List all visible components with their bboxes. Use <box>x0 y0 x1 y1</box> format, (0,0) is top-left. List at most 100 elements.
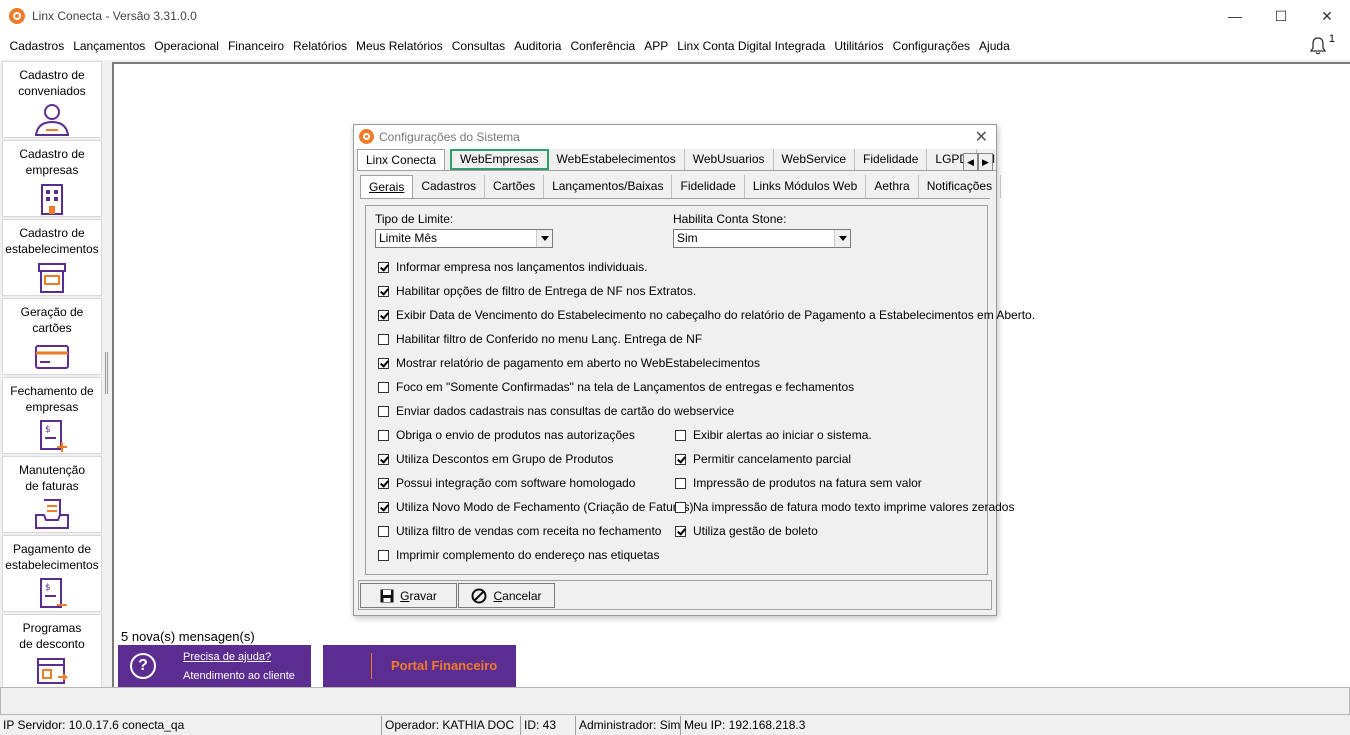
menu-consultas[interactable]: Consultas <box>447 39 509 53</box>
checkbox-unchecked-icon[interactable] <box>675 477 686 489</box>
messages-count[interactable]: 5 nova(s) mensagen(s) <box>121 629 255 644</box>
subtab-aethra[interactable]: Aethra <box>866 175 919 198</box>
subtab-fidelidade[interactable]: Fidelidade <box>672 175 745 198</box>
checkbox-option[interactable]: Exibir Data de Vencimento do Estabelecim… <box>378 308 1035 322</box>
checkbox-label: Obriga o envio de produtos nas autorizaç… <box>396 428 635 442</box>
tab-webestabelecimentos[interactable]: WebEstabelecimentos <box>549 149 685 170</box>
checkbox-checked-icon[interactable] <box>675 453 686 465</box>
chevron-down-icon[interactable] <box>536 230 552 247</box>
menu-linx-conta-digital[interactable]: Linx Conta Digital Integrada <box>673 39 830 53</box>
checkbox-unchecked-icon[interactable] <box>378 549 389 561</box>
dialog-close-icon[interactable]: ✕ <box>975 127 988 147</box>
maximize-button[interactable]: ☐ <box>1258 0 1304 32</box>
checkbox-option[interactable]: Exibir alertas ao iniciar o sistema. <box>675 428 872 442</box>
sidebar-item-pagamento-estabelecimentos[interactable]: Pagamento de estabelecimentos $ <box>2 535 102 612</box>
sidebar-item-manutencao-faturas[interactable]: Manutenção de faturas <box>2 456 102 533</box>
close-button[interactable]: ✕ <box>1304 0 1350 32</box>
svg-text:$: $ <box>45 425 51 435</box>
checkbox-option[interactable]: Mostrar relatório de pagamento em aberto… <box>378 356 760 370</box>
subtab-cartoes[interactable]: Cartões <box>485 175 545 198</box>
checkbox-unchecked-icon[interactable] <box>378 333 389 345</box>
checkbox-option[interactable]: Obriga o envio de produtos nas autorizaç… <box>378 428 635 442</box>
checkbox-option[interactable]: Utiliza Novo Modo de Fechamento (Criação… <box>378 500 693 514</box>
sidebar-splitter[interactable] <box>105 352 108 394</box>
checkbox-option[interactable]: Possui integração com software homologad… <box>378 476 635 490</box>
checkbox-option[interactable]: Imprimir complemento do endereço nas eti… <box>378 548 659 562</box>
checkbox-unchecked-icon[interactable] <box>378 405 389 417</box>
help-link[interactable]: Precisa de ajuda? <box>183 651 271 663</box>
checkbox-option[interactable]: Informar empresa nos lançamentos individ… <box>378 260 647 274</box>
tray-icon <box>35 499 69 529</box>
sidebar-item-cadastro-conveniados[interactable]: Cadastro de conveniados <box>2 61 102 138</box>
portal-financeiro-button[interactable]: Portal Financeiro <box>323 645 516 687</box>
subtab-lancamentos-baixas[interactable]: Lançamentos/Baixas <box>544 175 673 198</box>
tipo-limite-select[interactable]: Limite Mês <box>375 229 553 248</box>
sidebar-item-programas-desconto[interactable]: Programas de desconto <box>2 614 102 687</box>
checkbox-option[interactable]: Permitir cancelamento parcial <box>675 452 851 466</box>
sidebar-item-fechamento-empresas[interactable]: Fechamento de empresas $ <box>2 377 102 454</box>
checkbox-label: Possui integração com software homologad… <box>396 476 636 490</box>
window-titlebar: Linx Conecta - Versão 3.31.0.0 — ☐ ✕ <box>0 0 1350 32</box>
menu-ajuda[interactable]: Ajuda <box>975 39 1015 53</box>
menu-app[interactable]: APP <box>640 39 673 53</box>
sidebar-item-cadastro-estabelecimentos[interactable]: Cadastro de estabelecimentos <box>2 219 102 296</box>
checkbox-checked-icon[interactable] <box>378 501 389 513</box>
tab-fidelidade[interactable]: Fidelidade <box>855 149 928 170</box>
sidebar-item-label: estabelecimentos <box>5 558 99 572</box>
menu-utilitarios[interactable]: Utilitários <box>830 39 888 53</box>
menu-auditoria[interactable]: Auditoria <box>510 39 566 53</box>
checkbox-option[interactable]: Habilitar opções de filtro de Entrega de… <box>378 284 696 298</box>
checkbox-checked-icon[interactable] <box>675 525 686 537</box>
subtab-links-modulos-web[interactable]: Links Módulos Web <box>745 175 867 198</box>
help-banner[interactable]: ? Precisa de ajuda? Atendimento ao clien… <box>118 645 311 687</box>
menu-conferencia[interactable]: Conferência <box>566 39 640 53</box>
sidebar-item-geracao-cartoes[interactable]: Geração de cartões <box>2 298 102 375</box>
menu-operacional[interactable]: Operacional <box>150 39 224 53</box>
cancelar-mnemonic: C <box>493 588 503 603</box>
menu-financeiro[interactable]: Financeiro <box>223 39 288 53</box>
checkbox-option[interactable]: Habilitar filtro de Conferido no menu La… <box>378 332 702 346</box>
checkbox-option[interactable]: Na impressão de fatura modo texto imprim… <box>675 500 1014 514</box>
stone-select[interactable]: Sim <box>673 229 851 248</box>
checkbox-checked-icon[interactable] <box>378 453 389 465</box>
checkbox-checked-icon[interactable] <box>378 261 389 273</box>
checkbox-checked-icon[interactable] <box>378 309 389 321</box>
subtab-cadastros[interactable]: Cadastros <box>413 175 486 198</box>
checkbox-unchecked-icon[interactable] <box>675 429 686 441</box>
menu-cadastros[interactable]: Cadastros <box>5 39 69 53</box>
checkbox-option[interactable]: Impressão de produtos na fatura sem valo… <box>675 476 922 490</box>
menu-meus-relatorios[interactable]: Meus Relatórios <box>352 39 448 53</box>
checkbox-unchecked-icon[interactable] <box>378 525 389 537</box>
checkbox-option[interactable]: Utiliza filtro de vendas com receita no … <box>378 524 661 538</box>
checkbox-checked-icon[interactable] <box>378 357 389 369</box>
chevron-down-icon[interactable] <box>834 230 850 247</box>
checkbox-unchecked-icon[interactable] <box>378 381 389 393</box>
checkbox-option[interactable]: Foco em "Somente Confirmadas" na tela de… <box>378 380 854 394</box>
checkbox-option[interactable]: Enviar dados cadastrais nas consultas de… <box>378 404 734 418</box>
tab-scroll-left-icon[interactable]: ◀ <box>963 153 978 171</box>
minimize-button[interactable]: — <box>1212 0 1258 32</box>
tab-linx-conecta[interactable]: Linx Conecta <box>357 149 446 170</box>
tab-webempresas[interactable]: WebEmpresas <box>450 149 549 170</box>
checkbox-checked-icon[interactable] <box>378 285 389 297</box>
bell-icon[interactable] <box>1308 36 1328 56</box>
checkbox-checked-icon[interactable] <box>378 477 389 489</box>
checkbox-unchecked-icon[interactable] <box>675 501 686 513</box>
menu-configuracoes[interactable]: Configurações <box>888 39 974 53</box>
gravar-button[interactable]: Gravar <box>360 583 457 608</box>
gravar-label: Gravar <box>400 589 437 603</box>
cancelar-button[interactable]: Cancelar <box>458 583 555 608</box>
menu-relatorios[interactable]: Relatórios <box>289 39 352 53</box>
checkbox-option[interactable]: Utiliza gestão de boleto <box>675 524 818 538</box>
sidebar-item-cadastro-empresas[interactable]: Cadastro de empresas <box>2 140 102 217</box>
tab-webusuarios[interactable]: WebUsuarios <box>685 149 774 170</box>
subtab-notificacoes[interactable]: Notificações <box>919 175 1002 198</box>
tab-webservice[interactable]: WebService <box>774 149 856 170</box>
menu-lancamentos[interactable]: Lançamentos <box>69 39 150 53</box>
tab-scroll-right-icon[interactable]: ▶ <box>978 153 993 171</box>
subtab-gerais[interactable]: Gerais <box>360 175 414 198</box>
portal-separator <box>371 653 372 679</box>
sub-tabs: Gerais Cadastros Cartões Lançamentos/Bai… <box>360 175 1002 199</box>
checkbox-unchecked-icon[interactable] <box>378 429 389 441</box>
checkbox-option[interactable]: Utiliza Descontos em Grupo de Produtos <box>378 452 613 466</box>
